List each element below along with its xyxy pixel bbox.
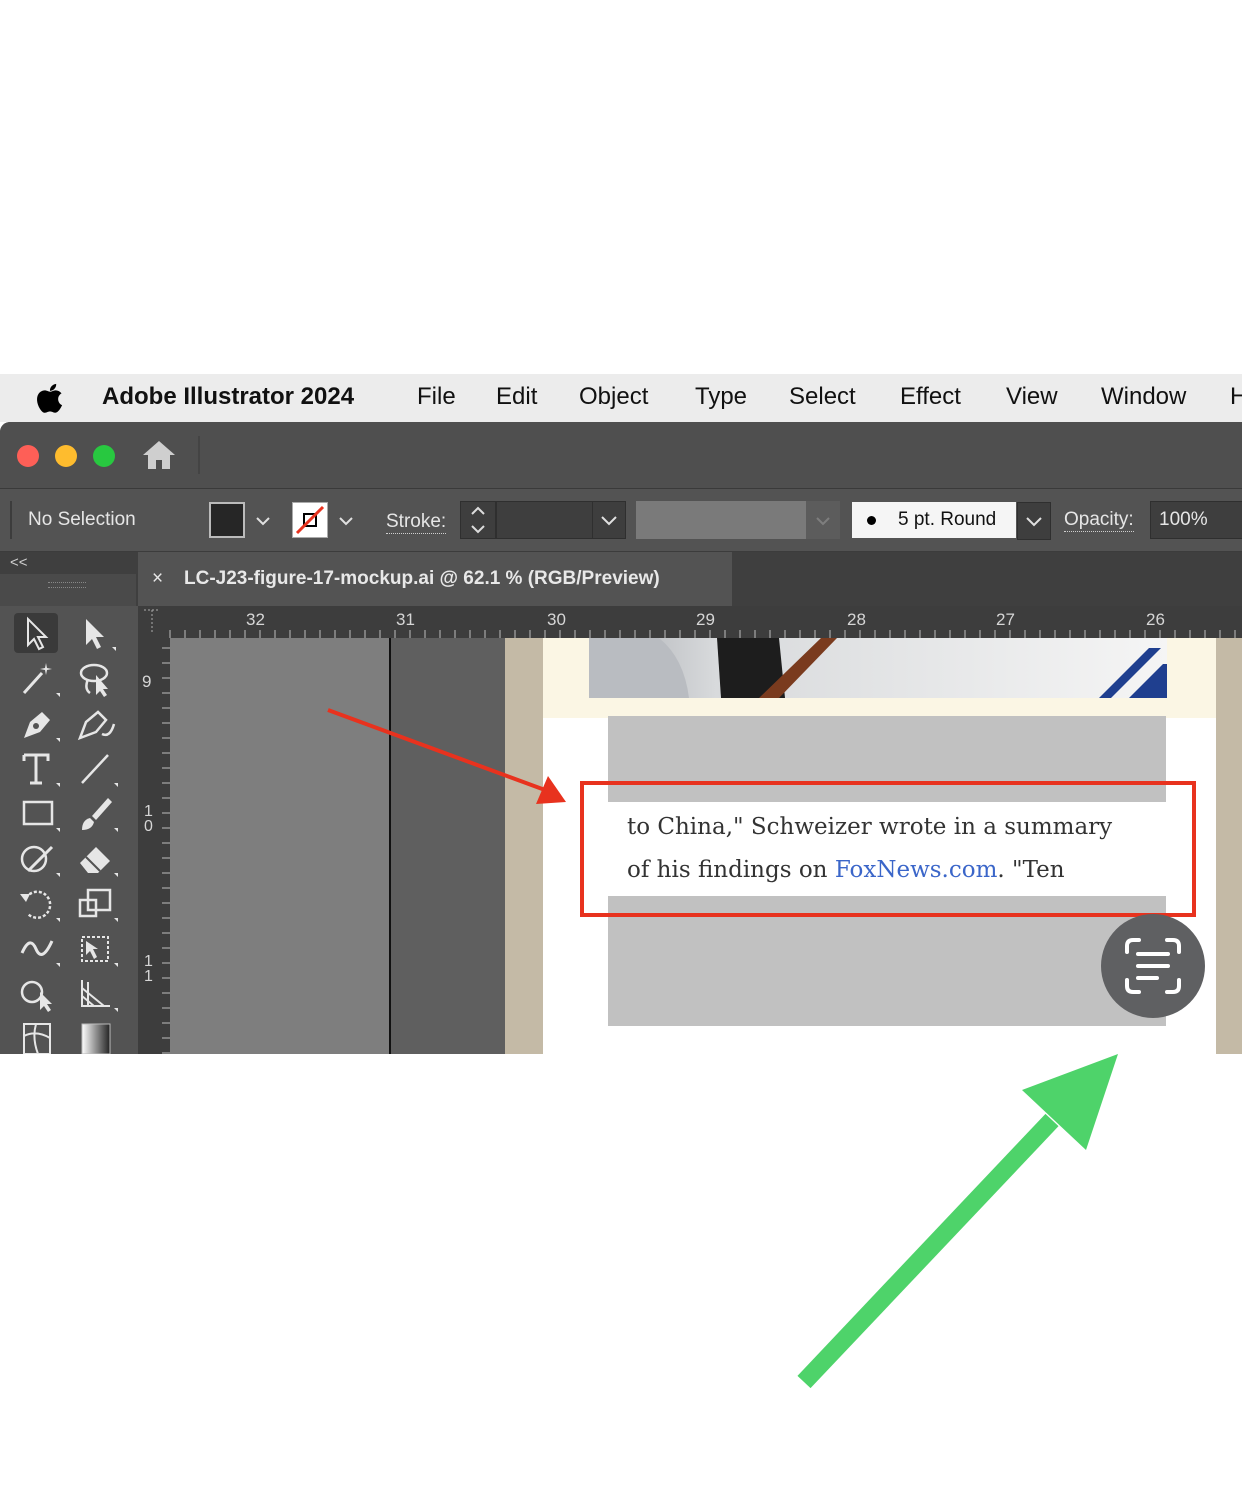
menu-select[interactable]: Select	[789, 374, 856, 422]
line-tool-icon[interactable]	[74, 749, 118, 789]
menu-type[interactable]: Type	[695, 374, 747, 422]
lasso-icon[interactable]	[74, 659, 118, 699]
gradient-tool-icon[interactable]	[74, 1016, 118, 1054]
chevron-down-icon[interactable]	[336, 511, 356, 531]
menu-bar: Adobe Illustrator 2024 File Edit Object …	[0, 374, 1242, 422]
toolbox-header	[0, 574, 136, 606]
document-tab-title: LC-J23-figure-17-mockup.ai @ 62.1 % (RGB…	[184, 568, 660, 589]
eraser-icon[interactable]	[74, 839, 118, 879]
grip-divider	[10, 501, 12, 539]
shaper-tool-icon[interactable]	[16, 839, 60, 879]
stroke-weight-field[interactable]	[496, 501, 594, 539]
illustrator-window: No Selection Stroke: 5 pt. Round Opacity…	[0, 422, 1242, 1054]
perspective-grid-icon[interactable]	[74, 974, 118, 1014]
selection-tool-icon[interactable]	[14, 613, 58, 653]
ruler-ticks	[162, 647, 170, 1054]
annotation-red-arrow	[327, 708, 566, 804]
brush-value: 5 pt. Round	[898, 509, 997, 530]
stroke-label[interactable]: Stroke:	[386, 511, 447, 534]
stroke-color-swatch[interactable]	[292, 502, 328, 538]
curvature-tool-icon[interactable]	[74, 704, 118, 744]
ruler-label-27: 27	[996, 610, 1015, 629]
title-bar	[0, 422, 1242, 489]
chevron-down-icon	[1026, 517, 1042, 527]
photo	[589, 638, 1167, 698]
titlebar-divider	[198, 436, 200, 474]
opacity-field[interactable]: 100%	[1150, 501, 1242, 539]
toolbox-grip[interactable]	[48, 582, 86, 588]
close-window-button[interactable]	[17, 445, 39, 467]
shape-builder-icon[interactable]	[16, 974, 60, 1014]
free-transform-icon[interactable]	[74, 929, 118, 969]
ruler-label-32: 32	[246, 610, 265, 629]
annotation-highlight-box	[580, 781, 1196, 917]
toolbox	[0, 606, 136, 1054]
type-tool-icon[interactable]	[16, 749, 60, 789]
horizontal-ruler[interactable]: 32 31 30 29 28 27 26	[138, 606, 1242, 638]
brush-definition-field[interactable]: 5 pt. Round	[852, 502, 1016, 538]
rotate-tool-icon[interactable]	[16, 884, 60, 924]
tab-row: << × LC-J23-figure-17-mockup.ai @ 62.1 %…	[0, 552, 1242, 606]
menu-edit[interactable]: Edit	[496, 374, 537, 422]
home-icon[interactable]	[140, 438, 178, 472]
direct-selection-tool-icon[interactable]	[74, 613, 118, 653]
ruler-ticks	[144, 609, 1236, 638]
ruler-label-26: 26	[1146, 610, 1165, 629]
ruler-label-30: 30	[547, 610, 566, 629]
document-tab[interactable]: × LC-J23-figure-17-mockup.ai @ 62.1 % (R…	[138, 552, 732, 606]
menu-window[interactable]: Window	[1101, 374, 1186, 422]
brush-dropdown[interactable]	[1017, 502, 1051, 540]
ruler-label-9: 9	[142, 672, 152, 691]
opacity-value: 100%	[1159, 509, 1208, 530]
variable-width-dropdown[interactable]	[806, 501, 840, 539]
scale-tool-icon[interactable]	[74, 884, 118, 924]
ruler-label-28: 28	[847, 610, 866, 629]
menu-object[interactable]: Object	[579, 374, 648, 422]
text-scan-button[interactable]	[1101, 914, 1205, 1018]
placed-image-right-edge	[1216, 638, 1242, 1054]
chevron-down-icon	[601, 516, 617, 526]
control-bar: No Selection Stroke: 5 pt. Round Opacity…	[0, 489, 1242, 552]
rectangle-tool-icon[interactable]	[16, 794, 60, 834]
stroke-weight-dropdown[interactable]	[592, 501, 626, 539]
zoom-window-button[interactable]	[93, 445, 115, 467]
close-icon[interactable]: ×	[152, 568, 163, 590]
collapse-panels-button[interactable]: <<	[10, 554, 28, 571]
vertical-ruler[interactable]: 9 1 0 1 1	[138, 638, 170, 1054]
text-scan-icon	[1125, 938, 1181, 994]
ruler-label-29: 29	[696, 610, 715, 629]
photo-image	[589, 638, 1167, 698]
selection-status: No Selection	[28, 509, 136, 530]
stroke-weight-stepper[interactable]	[460, 501, 496, 539]
menu-view[interactable]: View	[1006, 374, 1058, 422]
ruler-label-10: 1 0	[144, 803, 153, 835]
menu-app-name[interactable]: Adobe Illustrator 2024	[102, 374, 354, 422]
apple-icon[interactable]	[36, 382, 66, 414]
no-stroke-icon	[295, 505, 325, 535]
ruler-label-31: 31	[396, 610, 415, 629]
paintbrush-icon[interactable]	[74, 794, 118, 834]
fill-color-swatch[interactable]	[209, 502, 245, 538]
width-tool-icon[interactable]	[16, 929, 60, 969]
chevron-down-icon	[816, 517, 830, 526]
chevron-down-icon[interactable]	[253, 511, 273, 531]
variable-width-profile[interactable]	[636, 501, 806, 539]
magic-wand-icon[interactable]	[16, 659, 60, 699]
menu-file[interactable]: File	[417, 374, 456, 422]
pen-tool-icon[interactable]	[16, 704, 60, 744]
ruler-label-11: 1 1	[144, 953, 153, 985]
mesh-tool-icon[interactable]	[16, 1016, 60, 1054]
brush-dot-icon	[867, 516, 876, 525]
minimize-window-button[interactable]	[55, 445, 77, 467]
menu-help[interactable]: H	[1230, 374, 1242, 422]
stepper-arrows-icon	[471, 506, 485, 534]
opacity-label[interactable]: Opacity:	[1064, 509, 1134, 532]
menu-effect[interactable]: Effect	[900, 374, 961, 422]
annotation-green-arrow	[797, 1054, 1118, 1389]
